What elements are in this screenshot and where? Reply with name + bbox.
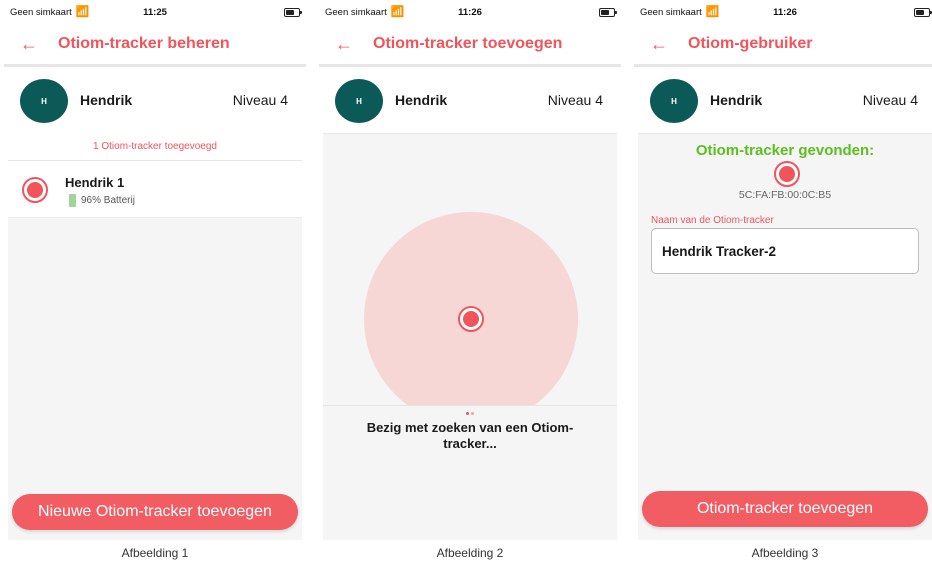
battery-text: 96% Batterij — [81, 195, 135, 206]
page-title: Otiom-tracker toevoegen — [373, 35, 563, 52]
tracker-dot-icon — [22, 177, 48, 203]
status-time: 11:26 — [773, 7, 797, 18]
content-area: H Hendrik Niveau 4 Bezig met zoeken van … — [323, 67, 617, 540]
app-bar: ← Otiom-gebruiker — [634, 24, 932, 67]
wifi-icon: 📶 — [390, 6, 405, 18]
caption-2: Afbeelding 2 — [436, 546, 504, 560]
status-bar: Geen simkaart 📶 11:26 — [319, 0, 621, 24]
page-title: Otiom-gebruiker — [688, 35, 813, 52]
status-time: 11:26 — [458, 7, 482, 18]
content-area: H Hendrik Niveau 4 1 Otiom-tracker toege… — [8, 67, 302, 540]
add-tracker-button[interactable]: Otiom-tracker toevoegen — [642, 491, 928, 527]
tracker-found-title: Otiom-tracker gevonden: — [695, 142, 875, 159]
avatar: H — [335, 79, 383, 123]
screen-otiom-user: Geen simkaart 📶 11:26 ← Otiom-gebruiker … — [634, 0, 932, 540]
user-level: Niveau 4 — [232, 92, 288, 108]
tracker-mac-address: 5C:FA:FB:00:0C:B5 — [738, 189, 832, 201]
tracker-name-label: Naam van de Otiom-tracker — [651, 215, 774, 226]
user-name: Hendrik — [395, 92, 448, 108]
tracker-count-note: 1 Otiom-tracker toegevoegd — [8, 133, 302, 161]
avatar: H — [20, 79, 68, 123]
user-name: Hendrik — [710, 92, 763, 108]
user-row: H Hendrik Niveau 4 — [8, 67, 302, 134]
carrier-label: Geen simkaart — [640, 7, 702, 18]
search-radar — [364, 212, 578, 426]
battery-icon — [914, 8, 932, 17]
battery-icon — [284, 8, 302, 17]
status-bar: Geen simkaart 📶 11:26 — [634, 0, 932, 24]
app-bar: ← Otiom-tracker toevoegen — [319, 24, 621, 67]
caption-3: Afbeelding 3 — [751, 546, 819, 560]
tracker-dot-icon — [458, 306, 484, 332]
loading-indicator-icon — [466, 412, 474, 415]
back-arrow-icon[interactable]: ← — [16, 31, 42, 57]
carrier-label: Geen simkaart — [325, 7, 387, 18]
wifi-icon: 📶 — [75, 6, 90, 18]
wifi-icon: 📶 — [705, 6, 720, 18]
battery-level-icon — [69, 194, 76, 207]
user-row: H Hendrik Niveau 4 — [638, 67, 932, 134]
user-name: Hendrik — [80, 92, 133, 108]
app-bar: ← Otiom-tracker beheren — [4, 24, 306, 67]
avatar: H — [650, 79, 698, 123]
battery-icon — [599, 8, 617, 17]
carrier-label: Geen simkaart — [10, 7, 72, 18]
status-bar: Geen simkaart 📶 11:25 — [4, 0, 306, 24]
caption-1: Afbeelding 1 — [121, 546, 189, 560]
back-arrow-icon[interactable]: ← — [331, 31, 357, 57]
search-status-text: Bezig met zoeken van een Otiom-tracker..… — [366, 420, 574, 452]
tracker-list-item[interactable]: Hendrik 1 96% Batterij — [8, 161, 302, 218]
tracker-name: Hendrik 1 — [65, 175, 125, 190]
page-title: Otiom-tracker beheren — [58, 35, 230, 52]
tracker-name-input[interactable] — [651, 228, 919, 274]
user-level: Niveau 4 — [862, 92, 918, 108]
add-new-tracker-button[interactable]: Nieuwe Otiom-tracker toevoegen — [12, 494, 298, 530]
tracker-dot-icon — [774, 161, 800, 187]
content-area: H Hendrik Niveau 4 Otiom-tracker gevonde… — [638, 67, 932, 540]
screen-add-tracker: Geen simkaart 📶 11:26 ← Otiom-tracker to… — [319, 0, 621, 540]
status-time: 11:25 — [143, 7, 167, 18]
user-row: H Hendrik Niveau 4 — [323, 67, 617, 134]
user-level: Niveau 4 — [547, 92, 603, 108]
screen-manage-trackers: Geen simkaart 📶 11:25 ← Otiom-tracker be… — [4, 0, 306, 540]
back-arrow-icon[interactable]: ← — [646, 31, 672, 57]
search-status-panel: Bezig met zoeken van een Otiom-tracker..… — [323, 405, 617, 532]
